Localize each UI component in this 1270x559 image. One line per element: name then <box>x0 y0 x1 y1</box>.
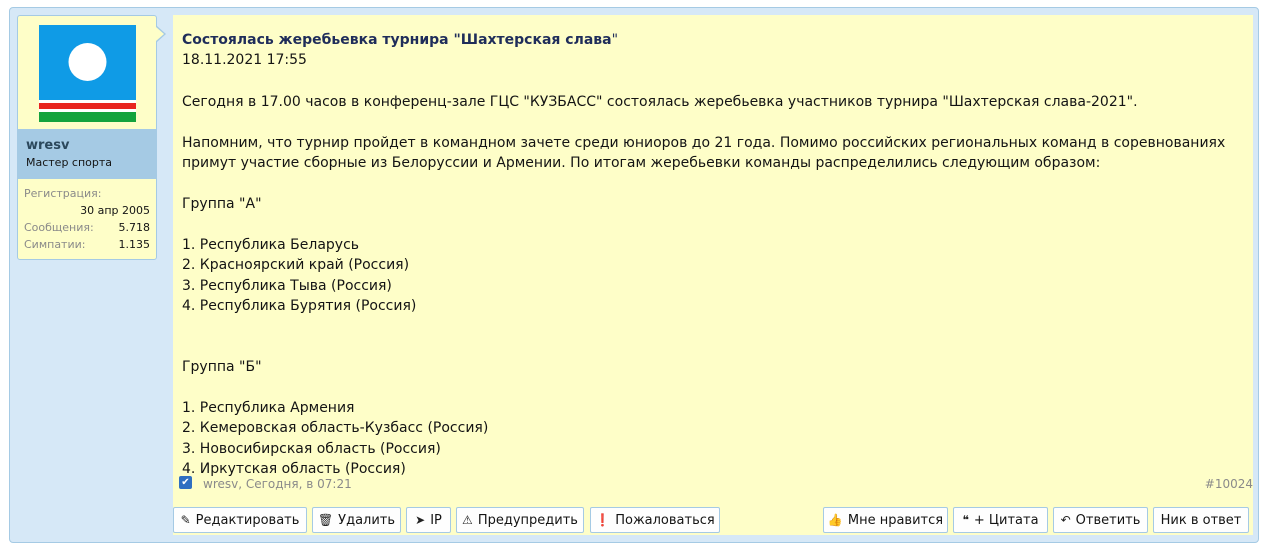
paragraph-1: Сегодня в 17.00 часов в конференц-зале Г… <box>182 94 1138 110</box>
edit-button[interactable]: ✎ Редактировать <box>173 507 307 533</box>
edit-button-label: Редактировать <box>195 512 300 528</box>
stat-posts: Сообщения: 5.718 <box>24 219 150 236</box>
paragraph-2-line-1: Напомним, что турнир пройдет в командном… <box>182 134 1226 151</box>
nick-reply-button-label: Ник в ответ <box>1160 512 1242 528</box>
stat-registration: Регистрация: <box>24 185 150 202</box>
ip-button[interactable]: ➤ IP <box>406 507 451 533</box>
stat-likes-value: 1.135 <box>118 238 151 251</box>
user-title: Мастер спорта <box>26 156 113 169</box>
thumbs-up-icon: 👍 <box>827 513 843 527</box>
quote-button-label: + Цитата <box>973 512 1039 528</box>
username-link[interactable]: wresv <box>26 138 148 154</box>
message-date: 18.11.2021 17:55 <box>182 52 307 68</box>
message-title-tail: " <box>611 32 619 48</box>
group-b-item: 3. Новосибирская область (Россия) <box>182 440 441 457</box>
stat-posts-label: Сообщения: <box>24 221 94 234</box>
reply-button[interactable]: ↶ Ответить <box>1053 507 1148 533</box>
group-b-item: 1. Республика Армения <box>182 400 355 416</box>
report-button[interactable]: ❗ Пожаловаться <box>590 507 720 533</box>
avatar[interactable] <box>39 25 136 122</box>
warn-button[interactable]: ⚠ Предупредить <box>456 507 584 533</box>
delete-button[interactable]: 🗑 Удалить <box>312 507 401 533</box>
trash-icon: 🗑 <box>317 513 334 527</box>
avatar-flag-image <box>39 25 136 122</box>
message-title-main: Состоялась жеребьевка турнира "Шахтерска… <box>182 32 612 48</box>
stat-posts-value[interactable]: 5.718 <box>119 219 151 236</box>
message-title: Состоялась жеребьевка турнира "Шахтерска… <box>182 32 618 48</box>
location-arrow-icon: ➤ <box>415 513 426 527</box>
warning-icon: ⚠ <box>462 513 473 527</box>
group-a-item: 1. Республика Беларусь <box>182 236 360 253</box>
message-text: Сегодня в 17.00 часов в конференц-зале Г… <box>182 92 1242 480</box>
nick-reply-button[interactable]: Ник в ответ <box>1153 507 1249 533</box>
user-stats: Регистрация: 30 апр 2005 Сообщения: 5.71… <box>18 179 156 253</box>
warn-button-label: Предупредить <box>477 512 578 528</box>
group-a-item: 2. Красноярский край (Россия) <box>182 257 410 274</box>
group-b-heading: Группа "Б" <box>182 359 262 376</box>
delete-button-label: Удалить <box>338 512 396 528</box>
reply-button-label: Ответить <box>1075 512 1141 528</box>
group-b-item: 2. Кемеровская область-Кузбасс (Россия) <box>182 420 489 437</box>
message-post: wresv Мастер спорта Регистрация: 30 апр … <box>9 7 1259 543</box>
reply-icon: ↶ <box>1060 513 1071 527</box>
stat-registration-value: 30 апр 2005 <box>80 204 150 217</box>
report-button-label: Пожаловаться <box>615 512 715 528</box>
post-number-link[interactable]: #10024 <box>1205 477 1253 491</box>
exclamation-circle-icon: ❗ <box>595 513 611 527</box>
quote-icon: ❝ <box>962 513 969 527</box>
select-checkbox[interactable]: ✔ <box>179 476 192 489</box>
user-name-block: wresv Мастер спорта <box>18 129 156 179</box>
like-button-label: Мне нравится <box>847 512 944 528</box>
message-footer: ✔ wresv, Сегодня, в 07:21 #10024 <box>179 476 1253 494</box>
action-bar: ✎ Редактировать 🗑 Удалить ➤ IP ⚠ Предупр… <box>173 507 1253 533</box>
user-panel: wresv Мастер спорта Регистрация: 30 апр … <box>17 15 157 260</box>
group-a-item: 3. Республика Тыва (Россия) <box>182 277 392 294</box>
stat-likes: Симпатии: 1.135 <box>24 236 150 253</box>
stat-registration-label: Регистрация: <box>24 187 102 200</box>
ip-button-label: IP <box>430 512 442 528</box>
message-meta[interactable]: wresv, Сегодня, в 07:21 <box>203 477 352 491</box>
like-button[interactable]: 👍 Мне нравится <box>823 507 948 533</box>
group-a-item: 4. Республика Бурятия (Россия) <box>182 298 417 315</box>
group-a-heading: Группа "А" <box>182 196 262 212</box>
paragraph-2-line-2: примут участие сборные из Белоруссии и А… <box>182 155 1101 172</box>
user-panel-arrow-inner <box>156 27 164 41</box>
message-content: Состоялась жеребьевка турнира "Шахтерска… <box>173 15 1253 535</box>
quote-button[interactable]: ❝ + Цитата <box>953 507 1048 533</box>
stat-registration-value-row: 30 апр 2005 <box>24 202 150 219</box>
stat-likes-label: Симпатии: <box>24 238 86 251</box>
pencil-icon: ✎ <box>180 513 191 527</box>
